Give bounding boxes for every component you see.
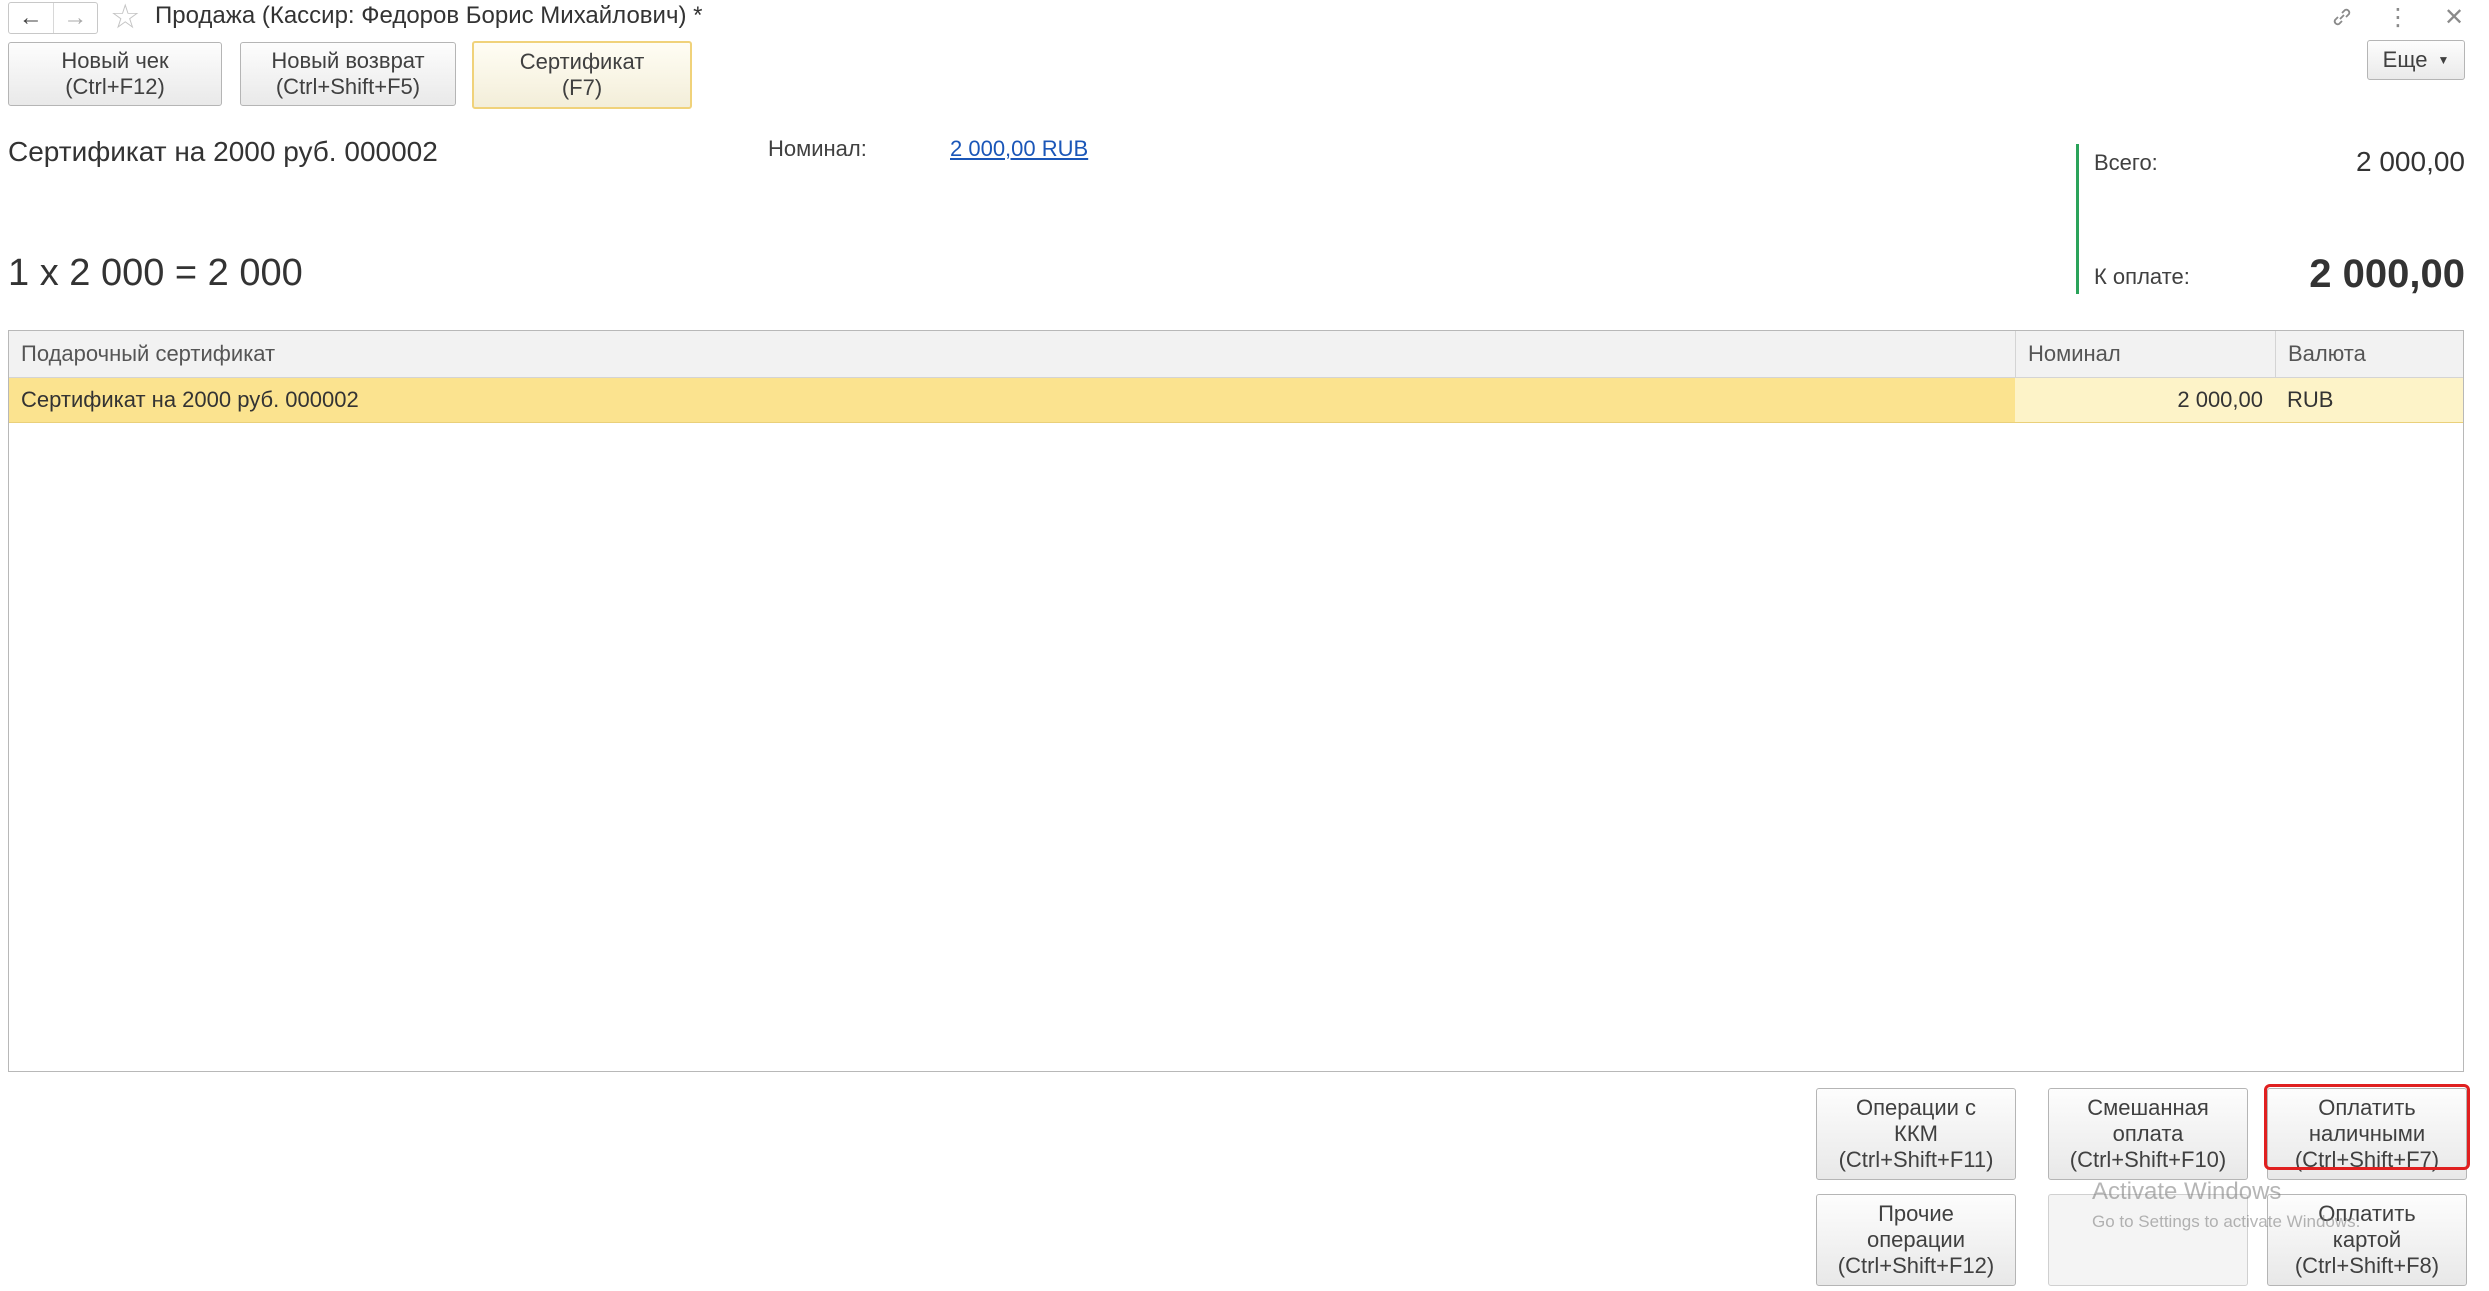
forward-arrow-icon[interactable]: →: [52, 3, 98, 33]
table-row[interactable]: Сертификат на 2000 руб. 000002 2 000,00 …: [9, 378, 2463, 423]
pay-card-button[interactable]: Оплатить картой (Ctrl+Shift+F8): [2267, 1194, 2467, 1286]
close-icon[interactable]: ✕: [2439, 2, 2469, 32]
certificates-table: Подарочный сертификат Номинал Валюта Сер…: [8, 330, 2464, 1072]
column-header-nominal[interactable]: Номинал: [2015, 331, 2275, 377]
mixed-pay-line2: оплата: [2112, 1121, 2184, 1146]
new-check-label: Новый чек: [61, 48, 169, 73]
calculation-line: 1 x 2 000 = 2 000: [8, 252, 303, 294]
kkm-ops-line1: Операции с: [1855, 1095, 1977, 1120]
cell-currency: RUB: [2275, 378, 2463, 422]
total-label: Всего:: [2094, 150, 2158, 175]
certificate-label: Сертификат: [519, 49, 645, 74]
window-title: Продажа (Кассир: Федоров Борис Михайлови…: [155, 2, 703, 29]
chevron-down-icon: ▼: [2437, 53, 2450, 67]
column-header-currency[interactable]: Валюта: [2275, 331, 2463, 377]
cell-certificate-name: Сертификат на 2000 руб. 000002: [21, 387, 359, 412]
certificate-button[interactable]: Сертификат (F7): [472, 41, 692, 109]
new-check-shortcut: (Ctrl+F12): [65, 74, 165, 99]
mixed-payment-button[interactable]: Смешанная оплата (Ctrl+Shift+F10): [2048, 1088, 2248, 1180]
new-check-button[interactable]: Новый чек (Ctrl+F12): [8, 42, 222, 106]
more-button[interactable]: Еще ▼: [2367, 40, 2465, 80]
activate-windows-title: Activate Windows: [2092, 1178, 2282, 1205]
new-return-shortcut: (Ctrl+Shift+F5): [275, 74, 421, 99]
card-pay-shortcut: (Ctrl+Shift+F8): [2294, 1253, 2440, 1278]
favorite-star-icon[interactable]: ☆: [110, 0, 140, 34]
column-header-certificate[interactable]: Подарочный сертификат: [9, 331, 2015, 377]
mixed-pay-line1: Смешанная: [2087, 1095, 2209, 1120]
totals-divider: [2076, 144, 2079, 294]
new-return-button[interactable]: Новый возврат (Ctrl+Shift+F5): [240, 42, 456, 106]
link-icon[interactable]: [2327, 2, 2357, 32]
other-ops-line2: операции: [1866, 1227, 1966, 1252]
back-arrow-icon[interactable]: ←: [9, 3, 53, 33]
item-name: Сертификат на 2000 руб. 000002: [8, 136, 438, 167]
empty-action-slot: [2048, 1194, 2248, 1286]
more-vertical-icon[interactable]: ⋮: [2383, 2, 2413, 32]
table-header: Подарочный сертификат Номинал Валюта: [9, 331, 2463, 378]
more-label: Еще: [2382, 47, 2428, 72]
other-operations-button[interactable]: Прочие операции (Ctrl+Shift+F12): [1816, 1194, 2016, 1286]
mixed-pay-shortcut: (Ctrl+Shift+F10): [2069, 1147, 2227, 1172]
cell-nominal: 2 000,00: [2015, 378, 2275, 422]
activate-windows-subtitle: Go to Settings to activate Windows.: [2092, 1212, 2361, 1231]
total-value: 2 000,00: [2356, 146, 2465, 177]
pay-value: 2 000,00: [2309, 252, 2465, 296]
kkm-operations-button[interactable]: Операции с ККМ (Ctrl+Shift+F11): [1816, 1088, 2016, 1180]
other-ops-line1: Прочие: [1878, 1201, 1954, 1226]
highlight-frame: [2264, 1084, 2470, 1170]
nav-buttons: ← →: [8, 2, 98, 34]
nominal-label: Номинал:: [768, 136, 867, 161]
certificate-shortcut: (F7): [561, 75, 603, 100]
kkm-ops-shortcut: (Ctrl+Shift+F11): [1838, 1147, 1994, 1172]
nominal-link[interactable]: 2 000,00 RUB: [950, 136, 1088, 162]
pay-label: К оплате:: [2094, 264, 2190, 289]
new-return-label: Новый возврат: [271, 48, 425, 73]
other-ops-shortcut: (Ctrl+Shift+F12): [1837, 1253, 1995, 1278]
title-icons: ⋮ ✕: [2327, 2, 2469, 32]
kkm-ops-line2: ККМ: [1894, 1121, 1938, 1146]
